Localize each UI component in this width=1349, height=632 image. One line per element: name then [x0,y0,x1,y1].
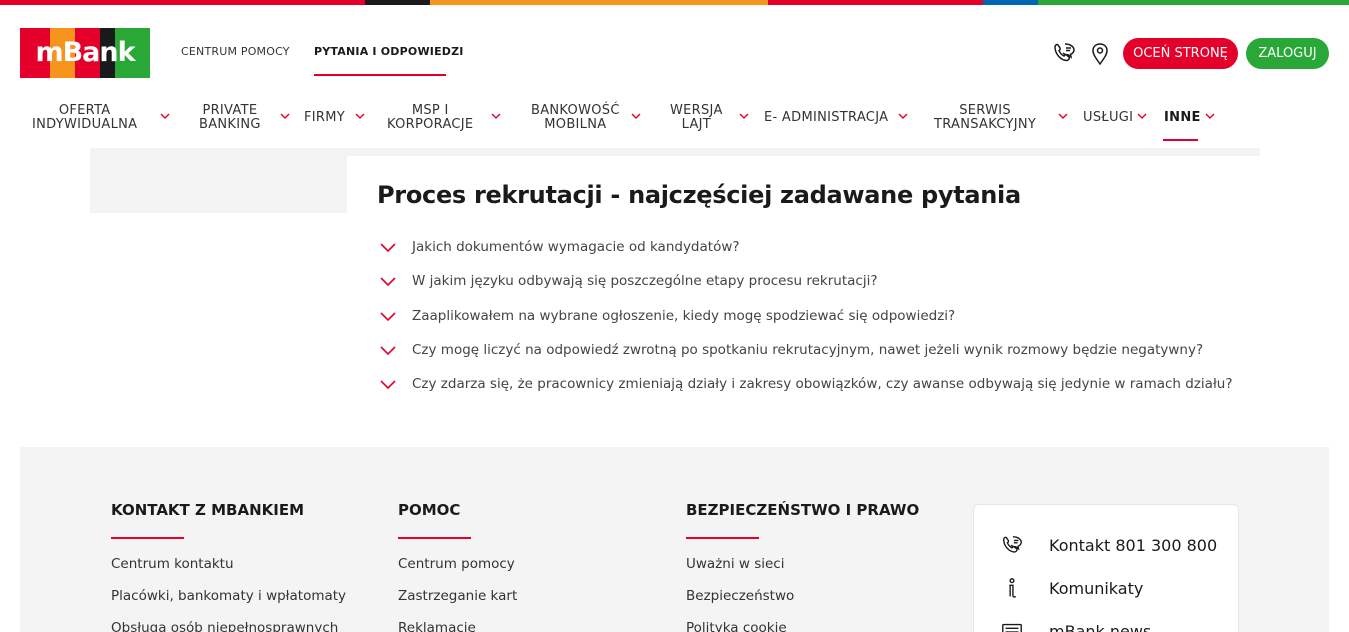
pytania-i-odpowiedzi-link[interactable]: PYTANIA I ODPOWIEDZI [314,45,464,58]
phone-chat-icon [1002,536,1022,553]
nav-label-line1: BANKOWOŚĆ [531,103,620,118]
chevron-down-icon[interactable] [159,111,171,121]
faq-question: Czy mogę liczyć na odpowiedź zwrotną po … [412,342,1204,358]
footer-title-underline [686,537,759,539]
active-nav-underline [1163,139,1198,141]
footer-link[interactable]: Bezpieczeństwo [686,588,794,604]
contact-announcements-row[interactable]: Komunikaty [1000,574,1240,604]
sidebar-placeholder [90,156,347,213]
contact-label: Kontakt 801 300 800 [1049,536,1218,555]
nav-item-uslugi[interactable]: USŁUGI [1083,95,1133,141]
mbank-logo[interactable]: mBank [20,28,150,78]
chevron-down-icon [380,277,396,287]
nav-label-line2: MOBILNA [544,117,607,132]
nav-item-oferta-indywidualna[interactable]: OFERTA INDYWIDUALNA [32,95,137,141]
footer-link[interactable]: Placówki, bankomaty i wpłatomaty [111,588,346,604]
nav-label: INNE [1164,110,1201,125]
newspaper-icon [1002,623,1022,632]
faq-question: Zaaplikowałem na wybrane ogłoszenie, kie… [412,308,956,324]
faq-question: Jakich dokumentów wymagacie od kandydató… [412,239,740,255]
footer-title-underline [111,537,184,539]
footer-link[interactable]: Centrum kontaktu [111,556,234,572]
contact-label: Komunikaty [1049,579,1144,598]
footer-column-title: BEZPIECZEŃSTWO I PRAWO [686,501,920,519]
nav-item-serwis-transakcyjny[interactable]: SERWIS TRANSAKCYJNY [934,95,1036,141]
faq-item[interactable]: Zaaplikowałem na wybrane ogłoszenie, kie… [377,303,1247,329]
site-footer: KONTAKT Z MBANKIEM Centrum kontaktu Plac… [20,447,1329,632]
active-link-underline [314,74,446,76]
phone-chat-icon[interactable] [1051,41,1077,67]
nav-label-line1: PRIVATE [202,103,258,118]
chevron-down-icon [380,380,396,390]
footer-title-underline [398,537,471,539]
chevron-down-icon[interactable] [1136,111,1148,121]
nav-label-line2: INDYWIDUALNA [32,117,138,132]
nav-item-msp-i-korporacje[interactable]: MSP I KORPORACJE [387,95,473,141]
nav-label-line1: SERWIS [959,103,1011,118]
nav-label: USŁUGI [1083,110,1134,125]
nav-label-line2: KORPORACJE [387,117,474,132]
rate-page-button[interactable]: OCEŃ STRONĘ [1123,38,1238,69]
chevron-down-icon[interactable] [1204,111,1216,121]
footer-link[interactable]: Uważni w sieci [686,556,784,572]
nav-item-bankowosc-mobilna[interactable]: BANKOWOŚĆ MOBILNA [531,95,620,141]
faq-item[interactable]: Jakich dokumentów wymagacie od kandydató… [377,234,1247,260]
nav-item-wersja-lajt[interactable]: WERSJA LAJT [670,95,723,141]
contact-phone-row[interactable]: Kontakt 801 300 800 [1000,531,1240,561]
nav-label-line1: OFERTA [58,103,111,118]
chevron-down-icon [380,346,396,356]
page-title: Proces rekrutacji - najczęściej zadawane… [377,181,1021,209]
chevron-down-icon [380,312,396,322]
faq-question: Czy zdarza się, że pracownicy zmieniają … [412,376,1233,392]
faq-question: W jakim języku odbywają się poszczególne… [412,273,878,289]
footer-link[interactable]: Polityka cookie [686,620,787,632]
location-pin-icon[interactable] [1088,41,1114,67]
main-navigation: OFERTA INDYWIDUALNA PRIVATE BANKING FIRMY … [0,95,1349,141]
chevron-down-icon[interactable] [897,111,909,121]
nav-label: E- ADMINISTRACJA [764,110,889,125]
footer-link[interactable]: Obsługa osób niepełnosprawnych [111,620,338,632]
contact-label: mBank news [1049,622,1152,632]
nav-item-private-banking[interactable]: PRIVATE BANKING [199,95,261,141]
login-button[interactable]: ZALOGUJ [1246,38,1329,69]
footer-link[interactable]: Reklamacje [398,620,476,632]
chevron-down-icon [380,243,396,253]
nav-label-line2: LAJT [681,117,712,132]
footer-link[interactable]: Centrum pomocy [398,556,515,572]
footer-column-title: KONTAKT Z MBANKIEM [111,501,305,519]
nav-label-line2: BANKING [199,117,261,132]
chevron-down-icon[interactable] [490,111,502,121]
chevron-down-icon[interactable] [279,111,291,121]
centrum-pomocy-link[interactable]: CENTRUM POMOCY [181,45,290,58]
nav-item-firmy[interactable]: FIRMY [304,95,345,141]
chevron-down-icon[interactable] [354,111,366,121]
chevron-down-icon[interactable] [630,111,642,121]
contact-card: Kontakt 801 300 800 Komunikaty mBank new… [973,504,1239,632]
nav-label-line2: TRANSAKCYJNY [934,117,1037,132]
nav-label-line1: WERSJA [670,103,723,118]
chevron-down-icon[interactable] [738,111,750,121]
info-icon [1009,578,1017,598]
faq-item[interactable]: Czy mogę liczyć na odpowiedź zwrotną po … [377,337,1247,363]
chevron-down-icon[interactable] [1057,111,1069,121]
nav-item-inne[interactable]: INNE [1164,95,1201,141]
site-header: mBank CENTRUM POMOCY PYTANIA I ODPOWIEDZ… [0,5,1349,85]
content-top-bar [90,148,1260,156]
faq-item[interactable]: W jakim języku odbywają się poszczególne… [377,268,1247,294]
nav-label: FIRMY [304,110,346,125]
faq-item[interactable]: Czy zdarza się, że pracownicy zmieniają … [377,371,1247,397]
nav-item-e-administracja[interactable]: E- ADMINISTRACJA [764,95,888,141]
footer-link[interactable]: Zastrzeganie kart [398,588,517,604]
logo-text: mBank [35,37,135,68]
nav-label-line1: MSP I [411,103,449,118]
contact-news-row[interactable]: mBank news [1000,617,1240,632]
footer-column-title: POMOC [398,501,461,519]
